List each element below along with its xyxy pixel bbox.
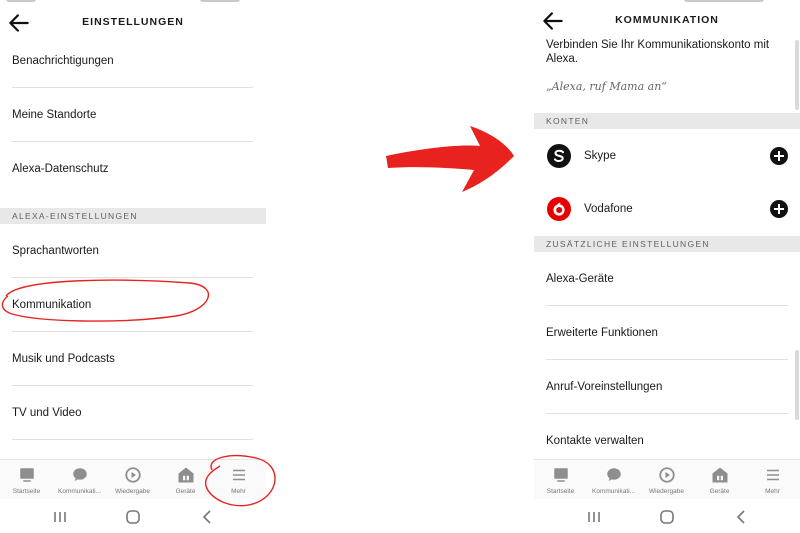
nav-item-devices[interactable]: Geräte: [159, 460, 212, 500]
menu-icon: [766, 469, 779, 481]
home-icon: [553, 468, 568, 482]
left-phone-screen: EINSTELLUNGEN Benachrichtigungen Meine S…: [0, 0, 266, 533]
system-navigation-bar: [0, 500, 266, 533]
section-header-alexa-settings: ALEXA-EINSTELLUNGEN: [0, 208, 266, 224]
nav-label: Wiedergabe: [114, 488, 151, 495]
vodafone-logo-icon: [547, 196, 571, 221]
system-navigation-bar: [534, 500, 800, 533]
side-scroll-handle: [795, 40, 799, 110]
account-row-skype[interactable]: Skype: [546, 129, 788, 182]
example-command-text: „Alexa, ruf Mama an“: [546, 80, 667, 93]
settings-item-communication[interactable]: Kommunikation: [12, 278, 253, 332]
section-header-additional-settings: ZUSÄTZLICHE EINSTELLUNGEN: [534, 236, 800, 252]
settings-item-call-preferences[interactable]: Anruf-Voreinstellungen: [546, 360, 788, 414]
nav-item-devices[interactable]: Geräte: [693, 460, 746, 500]
side-scroll-handle: [795, 350, 799, 420]
nav-item-home[interactable]: Startseite: [534, 460, 587, 500]
nav-label: Kommunikati...: [592, 488, 635, 495]
nav-label: Mehr: [231, 488, 246, 495]
settings-item-label: Alexa-Datenschutz: [12, 163, 109, 175]
page-title: EINSTELLUNGEN: [82, 16, 184, 28]
settings-item-label: Erweiterte Funktionen: [546, 326, 658, 339]
nav-item-play[interactable]: Wiedergabe: [106, 460, 159, 500]
settings-item-label: Meine Standorte: [12, 108, 97, 121]
nav-item-home[interactable]: Startseite: [0, 460, 53, 500]
settings-item-voice-responses[interactable]: Sprachantworten: [12, 224, 253, 278]
settings-item-label: TV und Video: [12, 406, 82, 419]
status-bar: [0, 0, 266, 4]
page-title: KOMMUNIKATION: [615, 14, 719, 26]
settings-item-label: Sprachantworten: [12, 244, 99, 257]
arrow-icon: [386, 126, 514, 192]
nav-label: Startseite: [546, 488, 575, 495]
settings-item-advanced-features[interactable]: Erweiterte Funktionen: [546, 306, 788, 360]
home-button-icon[interactable]: [123, 508, 143, 526]
settings-item-tv-video[interactable]: TV und Video: [12, 386, 253, 440]
recent-apps-icon[interactable]: [584, 508, 604, 526]
back-button-icon[interactable]: [198, 508, 218, 526]
account-name: Vodafone: [584, 202, 633, 215]
back-button-icon[interactable]: [732, 508, 752, 526]
bottom-navigation: Startseite Kommunikati... Wiedergabe Ger…: [534, 459, 800, 499]
skype-logo-icon: [547, 143, 571, 168]
play-icon: [658, 467, 675, 483]
nav-label: Kommunikati...: [58, 488, 101, 495]
nav-label: Geräte: [709, 488, 730, 495]
chat-bubble-icon: [72, 468, 87, 481]
nav-label: Startseite: [12, 488, 41, 495]
nav-label: Mehr: [765, 488, 780, 495]
settings-item-label: Kommunikation: [12, 298, 92, 311]
home-icon: [19, 468, 34, 482]
bottom-navigation: Startseite Kommunikati... Wiedergabe Ger…: [0, 459, 266, 499]
app-header: KOMMUNIKATION: [534, 4, 800, 36]
nav-label: Wiedergabe: [648, 488, 685, 495]
menu-icon: [232, 469, 245, 481]
section-label: ZUSÄTZLICHE EINSTELLUNGEN: [546, 239, 710, 249]
nav-label: Geräte: [175, 488, 196, 495]
add-skype-plus-circle-icon[interactable]: [770, 146, 788, 165]
nav-item-communication[interactable]: Kommunikati...: [53, 460, 106, 500]
section-label: KONTEN: [546, 116, 590, 126]
settings-item-notifications[interactable]: Benachrichtigungen: [12, 34, 253, 88]
settings-item-label: Benachrichtigungen: [12, 54, 114, 67]
intro-text: Verbinden Sie Ihr Kommunikationskonto mi…: [546, 39, 770, 65]
nav-item-communication[interactable]: Kommunikati...: [587, 460, 640, 500]
right-phone-screen: KOMMUNIKATION Verbinden Sie Ihr Kommunik…: [534, 0, 800, 533]
add-vodafone-plus-circle-icon[interactable]: [770, 199, 788, 218]
nav-item-more[interactable]: Mehr: [746, 460, 799, 500]
settings-item-label: Alexa-Geräte: [546, 272, 614, 285]
settings-item-locations[interactable]: Meine Standorte: [12, 88, 253, 142]
settings-item-label: Anruf-Voreinstellungen: [546, 380, 663, 393]
devices-icon: [178, 467, 193, 483]
settings-item-label: Musik und Podcasts: [12, 352, 115, 365]
settings-item-alexa-devices[interactable]: Alexa-Geräte: [546, 252, 788, 306]
settings-item-privacy[interactable]: Alexa-Datenschutz: [12, 142, 253, 196]
section-header-accounts: KONTEN: [534, 113, 800, 129]
recent-apps-icon[interactable]: [50, 508, 70, 526]
section-label: ALEXA-EINSTELLUNGEN: [12, 211, 138, 221]
nav-item-more[interactable]: Mehr: [212, 460, 265, 500]
settings-item-music-podcasts[interactable]: Musik und Podcasts: [12, 332, 253, 386]
devices-icon: [712, 467, 727, 483]
play-icon: [124, 467, 141, 483]
home-button-icon[interactable]: [657, 508, 677, 526]
nav-item-play[interactable]: Wiedergabe: [640, 460, 693, 500]
account-row-vodafone[interactable]: Vodafone: [546, 182, 788, 235]
chat-bubble-icon: [606, 468, 621, 481]
account-name: Skype: [584, 149, 616, 162]
settings-item-label: Kontakte verwalten: [546, 435, 644, 447]
